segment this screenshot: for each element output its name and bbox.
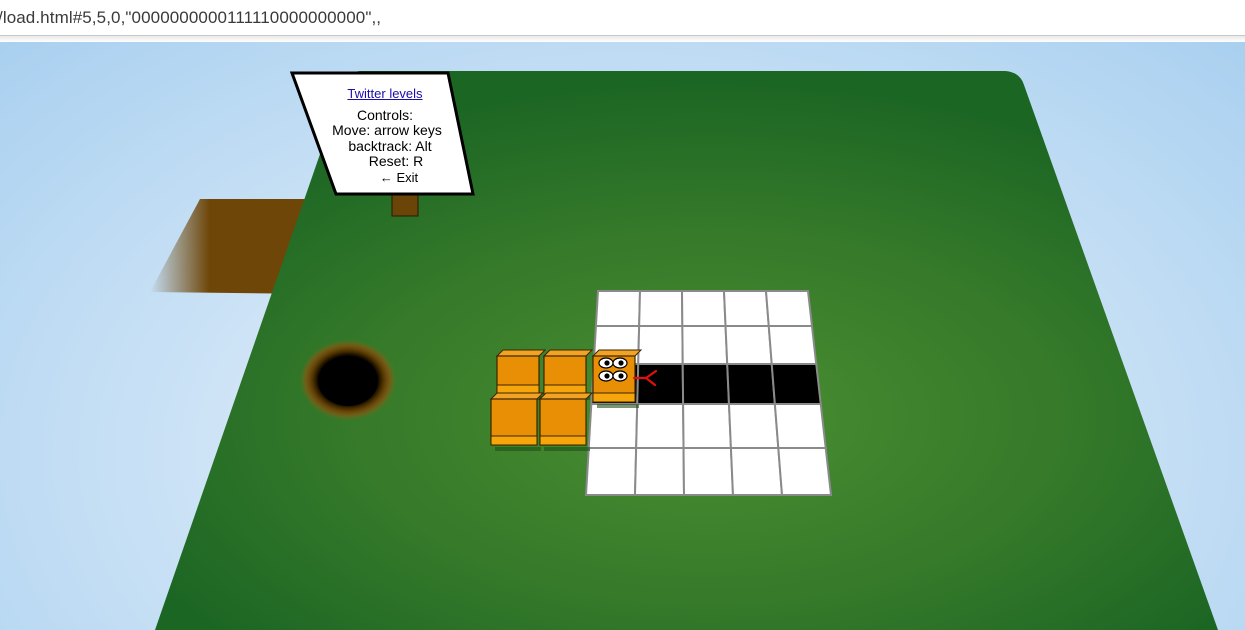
grid-cell-white (635, 403, 685, 449)
black-hole-icon (300, 340, 396, 420)
grid-cell-black (681, 363, 731, 405)
snake-segment (489, 392, 545, 451)
grid-cell-white (638, 290, 684, 327)
grid-cell-white (724, 325, 773, 365)
snake-segment (538, 392, 594, 451)
controls-reset: Reset: R (368, 153, 424, 169)
controls-backtrack: backtrack: Alt (348, 137, 432, 154)
controls-title: Controls: (356, 106, 414, 123)
address-url-text[interactable]: /load.html#5,5,0,"0000000000111110000000… (0, 8, 381, 28)
controls-move: Move: arrow keys (332, 122, 442, 138)
controls-sign-text: Twitter levels Controls: Move: arrow key… (300, 86, 470, 185)
grid-cell-white (637, 325, 684, 365)
grid-cell-white (680, 290, 727, 327)
controls-exit[interactable]: ← Exit (328, 170, 470, 186)
grid-cell-white (722, 290, 770, 327)
grid-cell-white (587, 403, 639, 449)
grid-cell-white (682, 447, 735, 496)
grid-cell-white (767, 325, 818, 365)
game-viewport[interactable]: Twitter levels Controls: Move: arrow key… (0, 42, 1245, 630)
grid-cell-white (584, 447, 638, 496)
game-scene (150, 71, 1218, 630)
grid-cell-white (594, 290, 642, 327)
grid-cell-white (773, 403, 827, 449)
grid-cell-white (727, 403, 780, 449)
grid-cell-black (770, 363, 822, 405)
grid-cell-black (636, 363, 685, 405)
grid-cell-white (777, 447, 833, 496)
grid-cell-white (681, 325, 729, 365)
grid-cell-white (764, 290, 814, 327)
grid-cell-white (682, 403, 732, 449)
browser-address-bar[interactable]: /load.html#5,5,0,"0000000000111110000000… (0, 0, 1245, 36)
twitter-levels-link[interactable]: Twitter levels (347, 86, 422, 101)
grid-cell-white (729, 447, 784, 496)
grid-cell-black (726, 363, 776, 405)
grid-cell-white (633, 447, 686, 496)
